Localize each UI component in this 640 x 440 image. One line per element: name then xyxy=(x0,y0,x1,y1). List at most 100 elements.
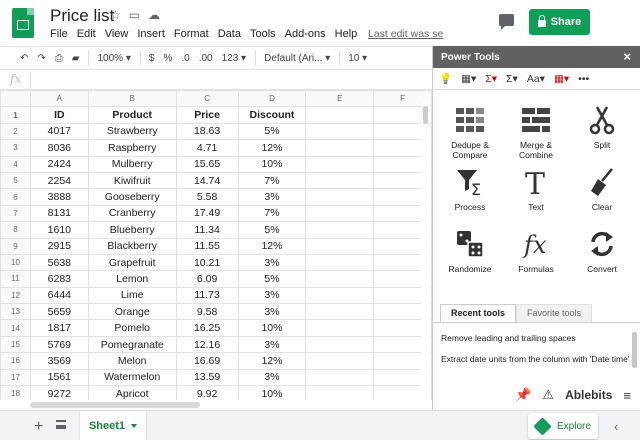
cell[interactable]: ID xyxy=(29,106,89,124)
recent-item[interactable]: Extract date units from the column with … xyxy=(441,354,633,364)
print-icon[interactable]: ⎙ xyxy=(55,53,63,64)
tool-split[interactable]: Split xyxy=(569,104,635,150)
grid-remove-icon[interactable]: ▦▾ xyxy=(554,73,569,85)
row-header[interactable]: 15 xyxy=(0,335,31,354)
cell[interactable]: 9.92 xyxy=(175,385,239,400)
cell[interactable]: Lemon xyxy=(87,270,177,288)
cell[interactable]: 3% xyxy=(237,188,307,206)
currency-format-button[interactable]: $ xyxy=(149,53,155,64)
cell[interactable] xyxy=(305,385,375,400)
cell[interactable]: 11.55 xyxy=(175,237,239,255)
text-case-icon[interactable]: Aa▾ xyxy=(527,73,545,85)
cell[interactable]: 3% xyxy=(237,335,307,354)
cell[interactable]: 6.09 xyxy=(175,270,239,288)
menu-view[interactable]: View xyxy=(105,28,129,40)
cell[interactable] xyxy=(305,253,375,272)
cell[interactable]: 5% xyxy=(237,270,307,288)
pin-icon[interactable]: 📌 xyxy=(515,387,531,403)
tool-merge[interactable]: Merge & Combine xyxy=(503,104,569,160)
cell[interactable] xyxy=(305,122,375,141)
menu-edit[interactable]: Edit xyxy=(77,28,96,40)
cell[interactable] xyxy=(305,237,375,255)
cell[interactable]: 10.21 xyxy=(175,253,239,272)
row-header[interactable]: 17 xyxy=(0,368,31,387)
cell[interactable]: 18.63 xyxy=(175,122,239,141)
tool-convert[interactable]: Convert xyxy=(569,228,635,274)
cell[interactable]: Blackberry xyxy=(87,237,177,255)
cell[interactable]: 2424 xyxy=(29,155,89,173)
row-header[interactable]: 9 xyxy=(0,237,31,255)
cell[interactable]: Watermelon xyxy=(87,368,177,387)
cell[interactable] xyxy=(305,270,375,288)
row-header[interactable]: 1 xyxy=(0,106,31,124)
sum-icon[interactable]: Σ▾ xyxy=(506,73,518,85)
cell[interactable]: 3% xyxy=(237,286,307,305)
cell[interactable] xyxy=(305,155,375,173)
cell[interactable]: 1561 xyxy=(29,368,89,387)
cell[interactable]: 9272 xyxy=(29,385,89,400)
cell[interactable]: 3569 xyxy=(29,352,89,370)
menu-insert[interactable]: Insert xyxy=(137,28,165,40)
menu-icon[interactable]: ≡ xyxy=(623,388,631,403)
sheets-logo-icon[interactable] xyxy=(12,8,34,38)
cell[interactable]: 7% xyxy=(237,204,307,223)
cell[interactable]: 10% xyxy=(237,155,307,173)
chevron-down-icon[interactable] xyxy=(131,423,138,428)
cell[interactable] xyxy=(305,139,375,157)
tool-randomize[interactable]: Randomize xyxy=(437,228,503,274)
cell[interactable] xyxy=(305,106,375,124)
cell[interactable]: 14.74 xyxy=(175,171,239,190)
row-header[interactable]: 13 xyxy=(0,303,31,321)
cell[interactable]: 7% xyxy=(237,171,307,190)
row-header[interactable]: 4 xyxy=(0,155,31,173)
cell[interactable] xyxy=(305,204,375,223)
tool-dedupe[interactable]: Dedupe & Compare xyxy=(437,104,503,160)
cell[interactable]: 12% xyxy=(237,139,307,157)
tab-favorite-tools[interactable]: Favorite tools xyxy=(516,304,593,322)
cell[interactable]: 17.49 xyxy=(175,204,239,223)
cell[interactable] xyxy=(305,319,375,337)
cell[interactable] xyxy=(305,221,375,239)
row-header[interactable]: 5 xyxy=(0,171,31,190)
row-header[interactable]: 14 xyxy=(0,319,31,337)
menu-help[interactable]: Help xyxy=(335,28,358,40)
table-icon[interactable]: ▦▾ xyxy=(461,73,476,85)
cell[interactable]: 1610 xyxy=(29,221,89,239)
font-select[interactable]: Default (Ari... ▾ xyxy=(264,53,330,64)
tips-icon[interactable]: 💡 xyxy=(439,72,452,85)
cell[interactable] xyxy=(305,335,375,354)
column-header[interactable]: D xyxy=(237,90,307,108)
sum-color-icon[interactable]: Σ▾ xyxy=(485,73,497,85)
cell[interactable]: 16.69 xyxy=(175,352,239,370)
row-header[interactable]: 11 xyxy=(0,270,31,288)
cell[interactable]: Blueberry xyxy=(87,221,177,239)
cell[interactable]: 13.59 xyxy=(175,368,239,387)
chevron-left-icon[interactable]: ‹ xyxy=(614,419,618,434)
cell[interactable] xyxy=(305,286,375,305)
cell[interactable]: Apricot xyxy=(87,385,177,400)
cell[interactable] xyxy=(305,352,375,370)
sheet-tab[interactable]: Sheet1 xyxy=(80,411,146,440)
tab-recent-tools[interactable]: Recent tools xyxy=(440,304,517,322)
spreadsheet-grid[interactable]: ABCDEF 1 ID Product Price Discount 2 4017 Straw… xyxy=(0,90,432,400)
font-size-select[interactable]: 10 ▾ xyxy=(348,53,367,64)
cell[interactable]: 5% xyxy=(237,122,307,141)
cell[interactable] xyxy=(305,188,375,206)
cell[interactable]: Orange xyxy=(87,303,177,321)
add-sheet-icon[interactable]: + xyxy=(34,418,43,436)
cell[interactable]: 5638 xyxy=(29,253,89,272)
explore-button[interactable]: Explore xyxy=(528,413,598,439)
paint-format-icon[interactable]: ▰ xyxy=(72,53,80,64)
cell[interactable]: 8131 xyxy=(29,204,89,223)
menu-add-ons[interactable]: Add-ons xyxy=(285,28,326,40)
last-edit-link[interactable]: Last edit was se xyxy=(368,28,443,40)
cell[interactable]: Mulberry xyxy=(87,155,177,173)
cell[interactable]: 3% xyxy=(237,253,307,272)
share-button[interactable]: Share xyxy=(529,9,590,35)
cell[interactable]: 3888 xyxy=(29,188,89,206)
cell[interactable]: 15.65 xyxy=(175,155,239,173)
star-icon[interactable]: ☆ xyxy=(110,8,129,22)
cell[interactable]: 10% xyxy=(237,385,307,400)
cell[interactable]: 6444 xyxy=(29,286,89,305)
row-header[interactable]: 7 xyxy=(0,204,31,223)
